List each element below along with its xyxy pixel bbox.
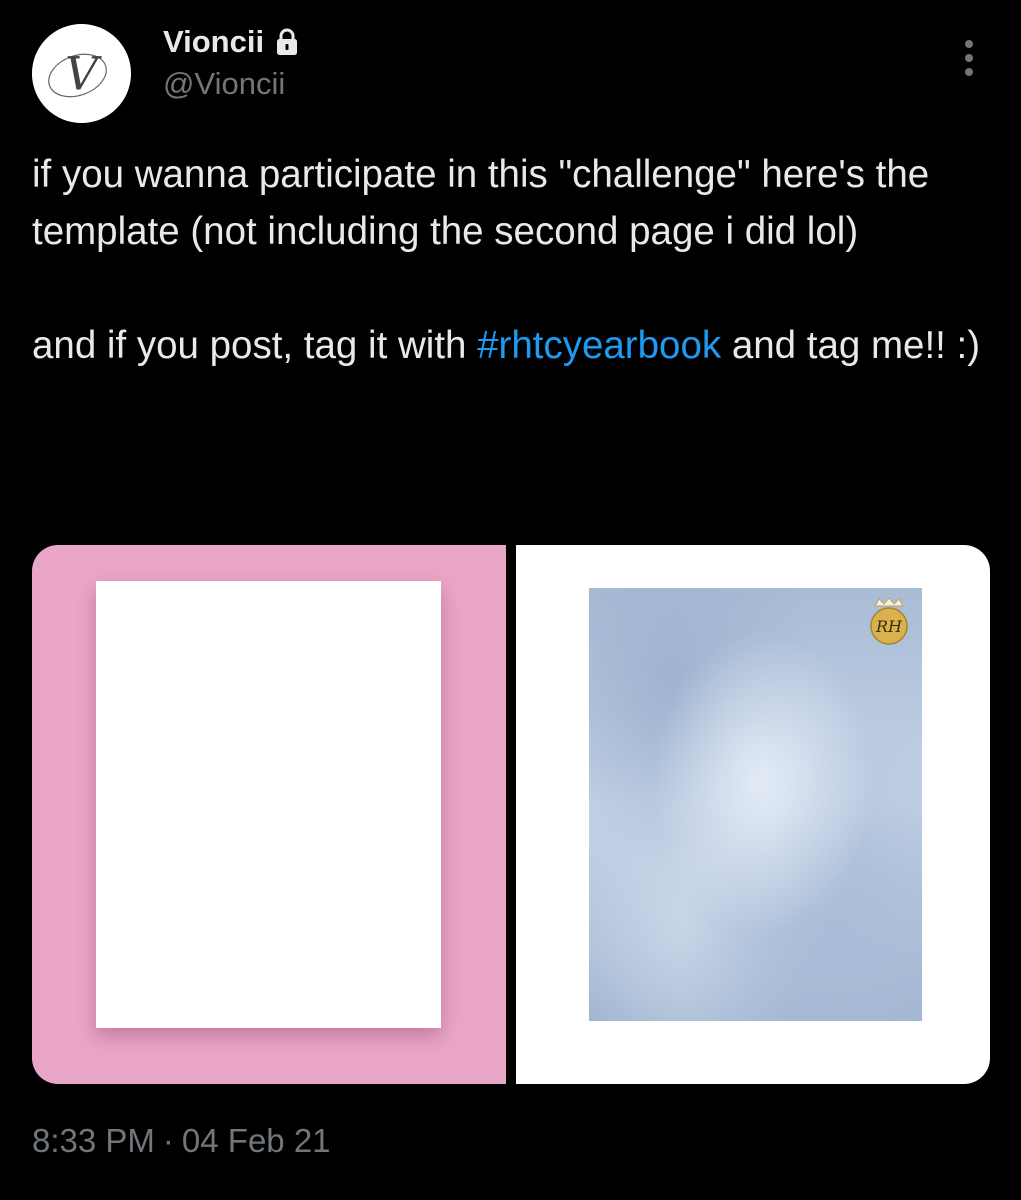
timestamp-row: 8:33 PM · 04 Feb 21 (32, 1122, 331, 1160)
svg-text:RH: RH (875, 617, 903, 636)
svg-text:V: V (65, 47, 102, 100)
crest-emblem-icon: RH (867, 596, 911, 646)
author-name-row: Vioncii (163, 22, 300, 62)
tweet-date[interactable]: 04 Feb 21 (182, 1122, 331, 1160)
avatar-logo-icon: V (32, 24, 131, 123)
timestamp-separator: · (162, 1122, 174, 1159)
media-image-pink-template[interactable] (32, 545, 506, 1084)
lock-icon (277, 28, 298, 55)
more-vertical-icon (965, 40, 973, 76)
author-display-name[interactable]: Vioncii (163, 24, 264, 60)
more-options-button[interactable] (954, 34, 984, 82)
tweet-text-part2: and tag me!! :) (721, 324, 981, 367)
author-handle[interactable]: @Vioncii (163, 66, 285, 102)
media-grid: RH (32, 545, 990, 1084)
avatar[interactable]: V (32, 24, 131, 123)
tweet-text: if you wanna participate in this "challe… (32, 146, 997, 374)
blue-cloud-page: RH (589, 588, 922, 1021)
blank-page (96, 581, 441, 1028)
media-image-blue-template[interactable]: RH (516, 545, 990, 1084)
tweet-time[interactable]: 8:33 PM (32, 1122, 155, 1160)
hashtag-link[interactable]: #rhtcyearbook (477, 324, 721, 367)
